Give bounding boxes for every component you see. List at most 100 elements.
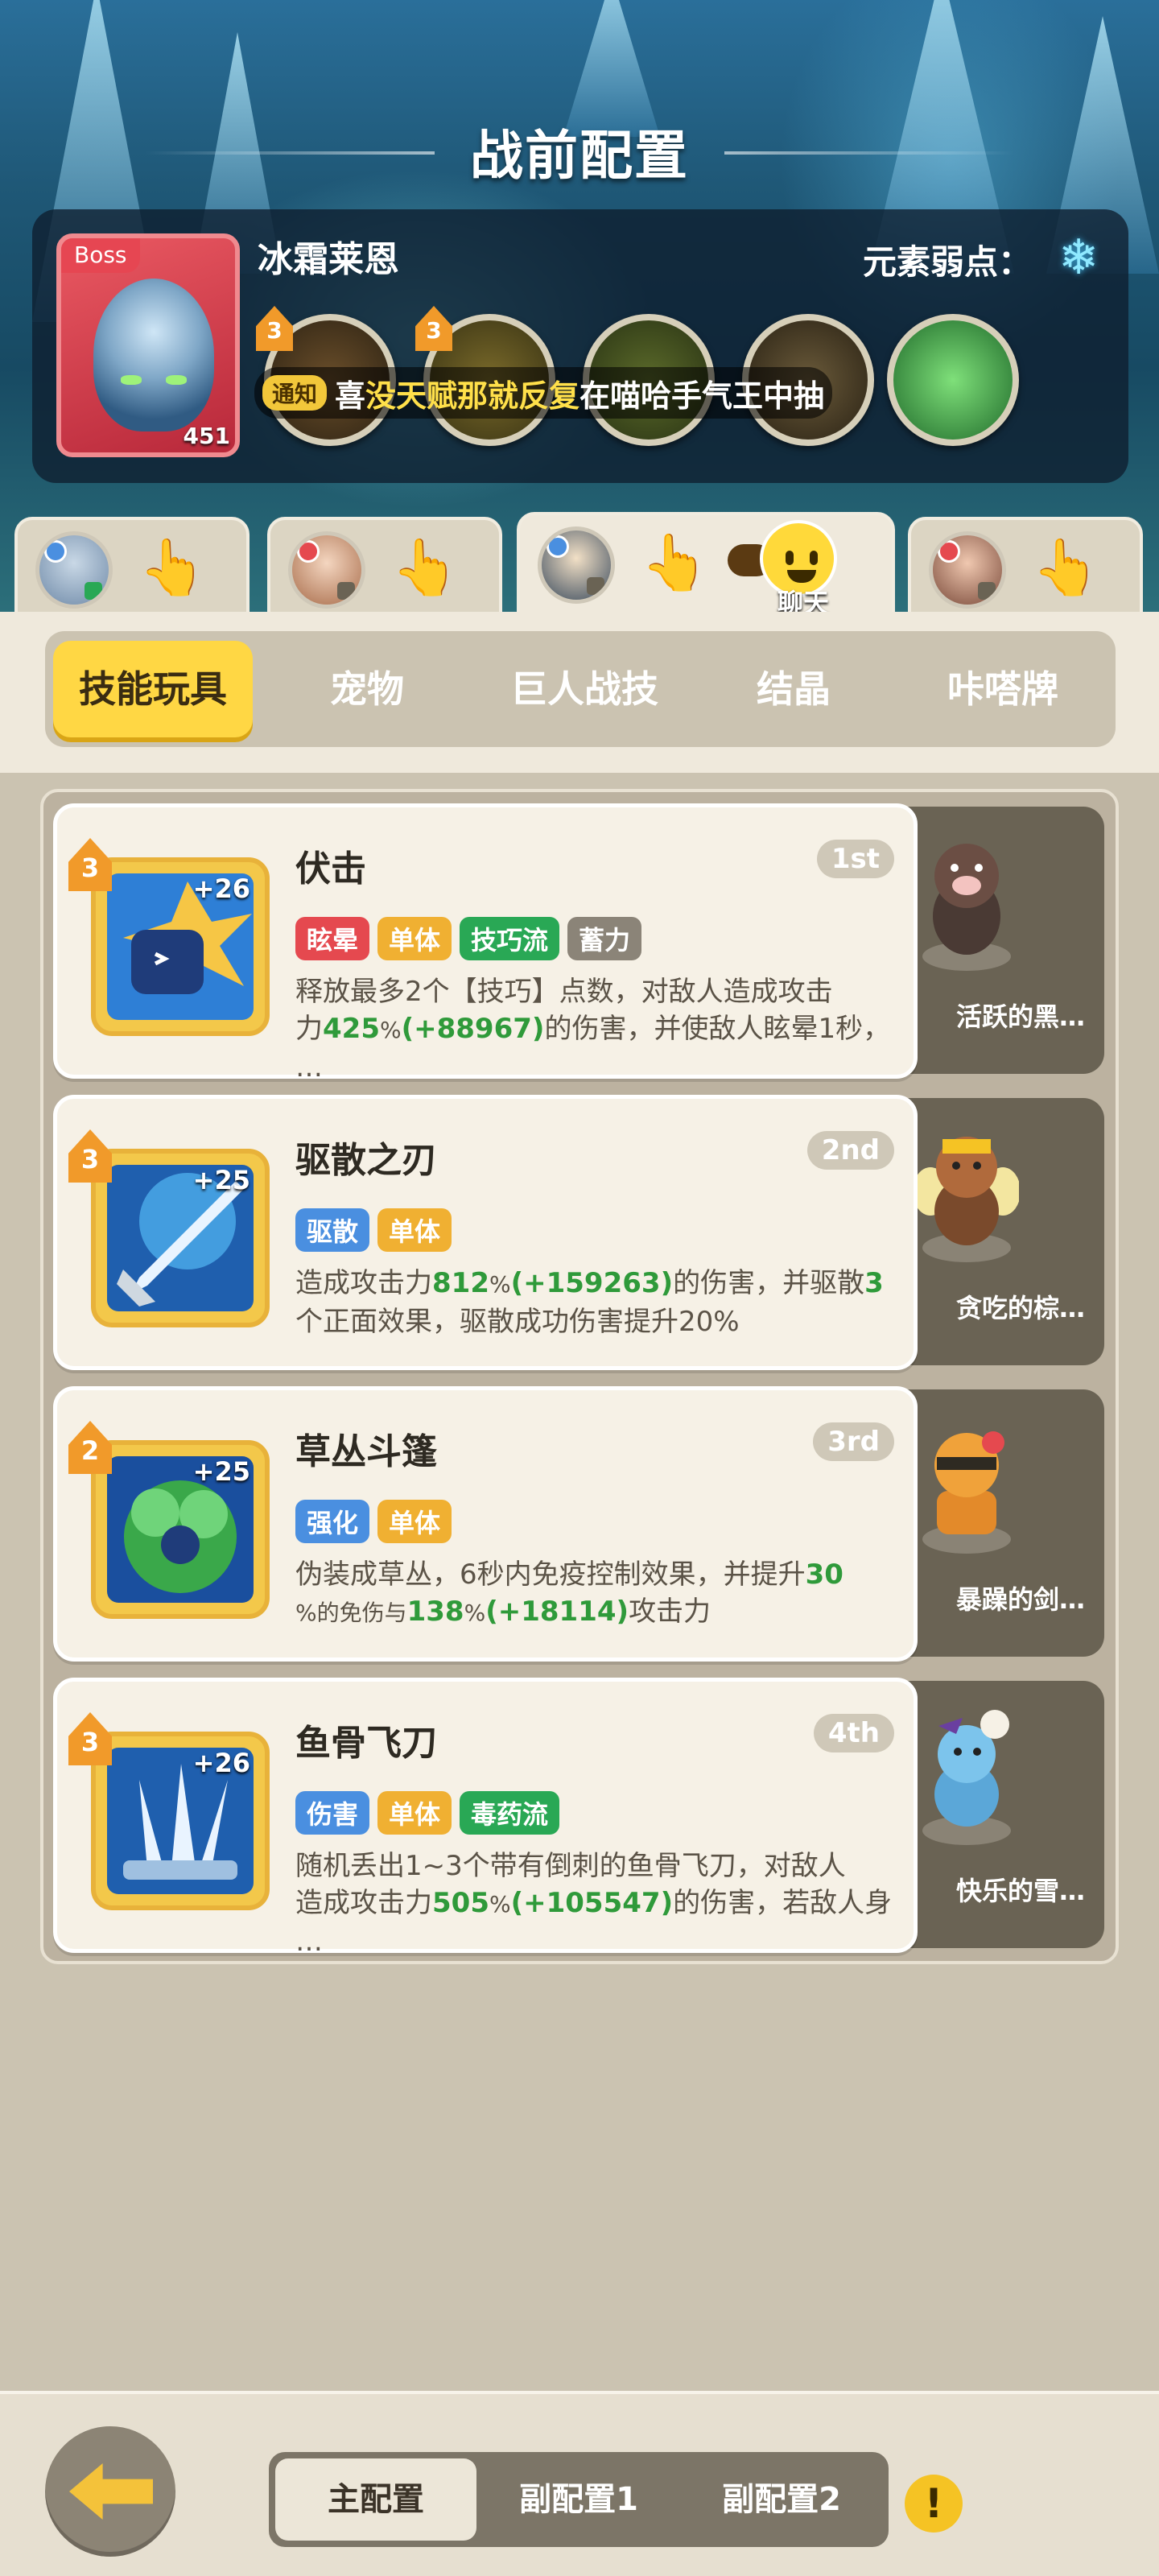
skill-icon-frame: +25 3	[68, 1129, 270, 1327]
skill-plus-level: +25	[192, 1165, 250, 1195]
tab-crystals[interactable]: 结晶	[697, 631, 890, 747]
boss-level: 451	[183, 423, 230, 449]
hero-tab-2[interactable]: 👆	[267, 517, 502, 617]
skill-row[interactable]: 暴躁的剑… +25 2 草丛斗篷 3rd 强化 单体 伪装成草丛，6秒内免疫控制…	[53, 1386, 1104, 1662]
skill-card[interactable]: +25 3 驱散之刃 2nd 驱散 单体 造成攻击力812%(+159263)的…	[53, 1095, 918, 1370]
skill-card[interactable]: +26 3 伏击 1st 眩晕 单体 技巧流 蓄力 释放最多2个【技巧】点数，对…	[53, 803, 918, 1084]
tab-sub-config-1[interactable]: 副配置1	[478, 2452, 679, 2547]
skill-level-badge: 2	[68, 1421, 112, 1474]
hero-class-icon	[44, 540, 67, 563]
skill-description: 造成攻击力812%(+159263)的伤害，并驱散3 个正面效果，驱散成功伤害提…	[295, 1267, 884, 1338]
hero-class-icon	[547, 535, 569, 558]
hero-tab-1[interactable]: 👆	[14, 517, 250, 617]
skill-description: 随机丢出1~3个带有倒刺的鱼骨飞刀，对敌人 造成攻击力505%(+105547)…	[295, 1850, 893, 1958]
tab-pets[interactable]: 宠物	[270, 631, 464, 747]
page-title: 战前配置	[470, 125, 689, 187]
hero-tab-4[interactable]: 👆	[908, 517, 1143, 617]
hero-tab-3[interactable]: 👆 聊天	[517, 512, 895, 620]
tab-sub-config-2[interactable]: 副配置2	[681, 2452, 882, 2547]
category-bar: 技能玩具 宠物 巨人战技 结晶 咔嗒牌	[0, 612, 1159, 773]
skill-tag: 技巧流	[460, 917, 560, 960]
skill-tags: 驱散 单体	[295, 1208, 452, 1252]
hero-avatar	[35, 531, 113, 609]
tab-cards[interactable]: 咔嗒牌	[898, 631, 1107, 747]
skill-tags: 强化 单体	[295, 1500, 452, 1543]
skill-card[interactable]: +25 2 草丛斗篷 3rd 强化 单体 伪装成草丛，6秒内免疫控制效果，并提升…	[53, 1386, 918, 1662]
bee-bear-pet-icon	[914, 1137, 1019, 1262]
skill-plus-level: +26	[192, 1748, 250, 1778]
element-weakness-label: 元素弱点：	[862, 242, 1032, 282]
tap-hand-icon: 👆	[641, 531, 709, 595]
skill-tag: 毒药流	[460, 1791, 560, 1835]
tap-hand-icon: 👆	[1032, 536, 1100, 600]
boss-face-icon	[93, 279, 214, 431]
skill-tag: 眩晕	[295, 917, 370, 960]
skill-tag: 单体	[377, 917, 452, 960]
boss-badge: Boss	[61, 238, 140, 273]
pet-name: 活跃的黑…	[956, 1001, 1086, 1032]
tab-skill-toys[interactable]: 技能玩具	[53, 641, 253, 737]
skill-name: 伏击	[295, 848, 366, 890]
phone-icon	[85, 582, 102, 600]
skill-level-badge: 3	[68, 1712, 112, 1765]
boss-eye	[166, 375, 187, 385]
skill-tags: 眩晕 单体 技巧流 蓄力	[295, 917, 642, 960]
skill-rank-badge: 2nd	[806, 1131, 894, 1170]
hero-avatar	[538, 526, 615, 604]
back-button[interactable]	[45, 2426, 175, 2557]
skill-name: 驱散之刃	[295, 1140, 437, 1181]
pet-name: 贪吃的棕…	[956, 1293, 1086, 1323]
skill-tags: 伤害 单体 毒药流	[295, 1791, 560, 1835]
hero-avatar	[929, 531, 1006, 609]
back-arrow-icon	[69, 2463, 153, 2520]
hero-avatar	[288, 531, 365, 609]
boss-eye	[121, 375, 142, 385]
skill-icon-frame: +25 2	[68, 1421, 270, 1619]
skill-plus-level: +25	[192, 1456, 250, 1487]
skill-name: 鱼骨飞刀	[295, 1723, 437, 1764]
skill-row[interactable]: 贪吃的棕… +25 3 驱散之刃 2nd 驱散 单体 造成攻击力812%(+15…	[53, 1095, 1104, 1370]
boss-portrait[interactable]: Boss 451	[56, 233, 240, 457]
skill-rank-badge: 3rd	[813, 1422, 894, 1461]
tap-hand-icon: 👆	[138, 536, 207, 600]
boss-name: 冰霜莱恩	[258, 239, 399, 280]
pet-name: 暴躁的剑…	[956, 1584, 1086, 1615]
tap-hand-icon: 👆	[391, 536, 460, 600]
category-tabs: 技能玩具 宠物 巨人战技 结晶 咔嗒牌	[45, 631, 1116, 747]
boss-skill-orb[interactable]	[887, 314, 1019, 446]
skill-tag: 单体	[377, 1791, 452, 1835]
skill-description: 伪装成草丛，6秒内免疫控制效果，并提升30 %的免伤与138%(+18114)攻…	[295, 1558, 843, 1628]
bottom-bar: 主配置 副配置1 副配置2 !	[0, 2391, 1159, 2576]
skill-tag: 驱散	[295, 1208, 370, 1252]
skill-plus-level: +26	[192, 873, 250, 904]
notice-banner: 通知 喜没天赋那就反复在喵哈手气王中抽	[254, 367, 833, 419]
skill-tag: 强化	[295, 1500, 370, 1543]
tab-giant-skills[interactable]: 巨人战技	[472, 631, 697, 747]
skill-level-badge: 3	[68, 1129, 112, 1183]
skill-tag: 单体	[377, 1500, 452, 1543]
skill-card[interactable]: +26 3 鱼骨飞刀 4th 伤害 单体 毒药流 随机丢出1~3个带有倒刺的鱼骨…	[53, 1678, 918, 1958]
hero-class-icon	[938, 540, 960, 563]
skill-level-badge: 3	[415, 306, 452, 351]
skill-tag: 蓄力	[567, 917, 642, 960]
skill-level-badge: 3	[256, 306, 293, 351]
skill-row[interactable]: 活跃的黑… +26 3 伏击 1st 眩晕 单体 技巧流 蓄力 释放最多2个【技…	[53, 803, 1104, 1084]
snowflake-icon: ❄	[1058, 229, 1099, 286]
skill-icon-frame: +26 3	[68, 838, 270, 1036]
phone-icon	[337, 582, 355, 600]
skill-description: 释放最多2个【技巧】点数，对敌人造成攻击 力425%(+88967)的伤害，并使…	[295, 976, 891, 1084]
pet-name: 快乐的雪…	[956, 1876, 1086, 1906]
skill-row[interactable]: 快乐的雪… +26 3 鱼骨飞刀 4th 伤害 单体 毒药流 随机丢出1~3个带…	[53, 1678, 1104, 1958]
skill-tag: 单体	[377, 1208, 452, 1252]
notice-text: 喜没天赋那就反复在喵哈手气王中抽	[335, 378, 825, 414]
snow-pet-icon	[922, 1710, 1011, 1845]
skill-level-badge: 3	[68, 838, 112, 891]
phone-icon	[978, 582, 996, 600]
tab-main-config[interactable]: 主配置	[275, 2458, 476, 2541]
exclamation-icon[interactable]: !	[905, 2475, 963, 2533]
boar-pet-icon	[922, 844, 1011, 971]
hero-class-icon	[297, 540, 320, 563]
skill-rank-badge: 4th	[813, 1714, 894, 1752]
skill-name: 草丛斗篷	[295, 1431, 437, 1472]
notice-tag: 通知	[262, 375, 328, 411]
